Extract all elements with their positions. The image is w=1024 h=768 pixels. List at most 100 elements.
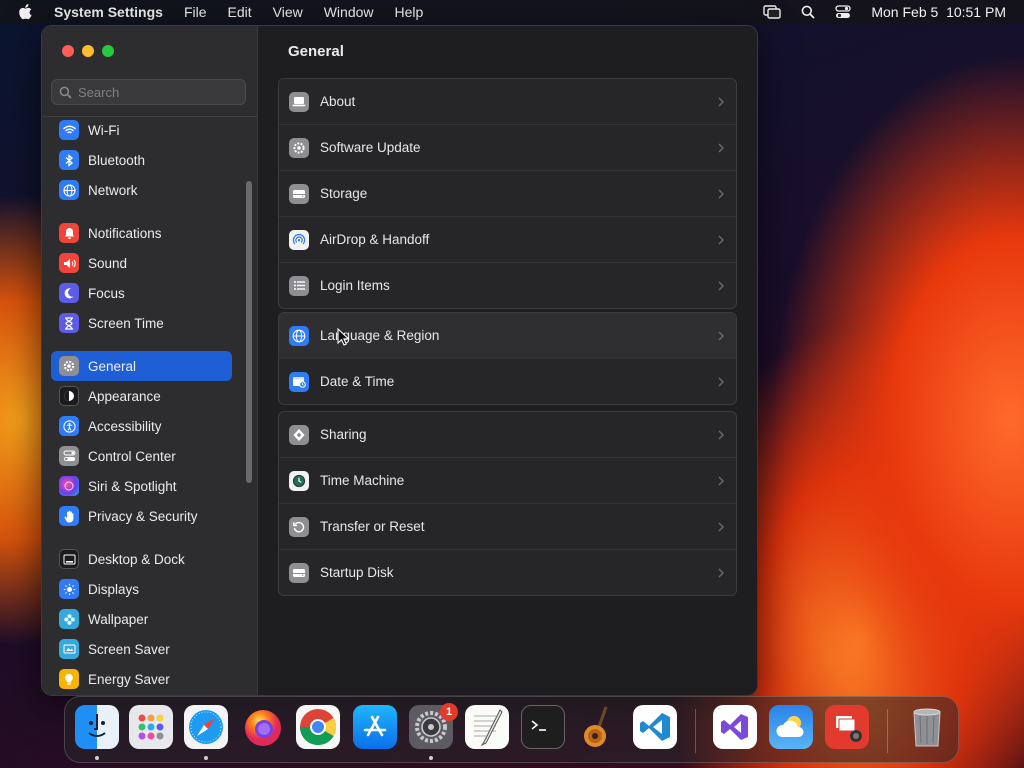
chevron-right-icon — [718, 427, 724, 445]
hourglass-icon — [59, 313, 79, 333]
row-label: Time Machine — [320, 473, 405, 488]
sidebar-item-general[interactable]: General — [51, 351, 232, 381]
sidebar-item-energy-saver[interactable]: Energy Saver — [51, 664, 232, 692]
row-label: Date & Time — [320, 374, 395, 389]
finder-icon[interactable] — [75, 705, 119, 749]
sidebar-item-label: Notifications — [88, 225, 162, 241]
sidebar-item-bluetooth[interactable]: Bluetooth — [51, 145, 232, 175]
sidebar-item-appearance[interactable]: Appearance — [51, 381, 232, 411]
sidebar-item-siri-spotlight[interactable]: Siri & Spotlight — [51, 471, 232, 501]
menu-bar: System Settings File Edit View Window He… — [0, 0, 1024, 24]
visual-studio-icon[interactable] — [713, 705, 757, 749]
sidebar-item-label: Bluetooth — [88, 152, 146, 168]
sidebar-item-label: Sound — [88, 255, 128, 271]
reset-icon — [289, 516, 309, 537]
sidebar-item-label: Energy Saver — [88, 671, 170, 687]
safari-icon[interactable] — [184, 705, 228, 749]
weather-icon[interactable] — [769, 705, 813, 749]
close-window-button[interactable] — [62, 45, 74, 57]
launchpad-icon[interactable] — [129, 705, 173, 749]
screen-saver-icon — [59, 639, 79, 659]
sidebar: Wi-Fi Bluetooth Network Notifications — [42, 26, 258, 695]
row-airdrop-handoff[interactable]: AirDrop & Handoff — [279, 216, 736, 262]
row-time-machine[interactable]: Time Machine — [279, 457, 736, 503]
sidebar-item-label: Desktop & Dock — [88, 551, 185, 567]
window-controls — [62, 45, 114, 57]
sidebar-item-control-center[interactable]: Control Center — [51, 441, 232, 471]
sidebar-item-screen-saver[interactable]: Screen Saver — [51, 634, 232, 664]
menu-window[interactable]: Window — [324, 4, 374, 20]
terminal-icon[interactable] — [521, 705, 565, 749]
chevron-right-icon — [718, 473, 724, 491]
zoom-window-button[interactable] — [102, 45, 114, 57]
search-icon — [59, 86, 72, 99]
sidebar-item-displays[interactable]: Displays — [51, 574, 232, 604]
sidebar-item-label: Screen Saver — [88, 641, 170, 657]
sidebar-item-network[interactable]: Network — [51, 175, 232, 205]
appearance-icon — [59, 386, 79, 406]
bluetooth-icon — [59, 150, 79, 170]
chevron-right-icon — [718, 565, 724, 583]
row-sharing[interactable]: Sharing — [279, 412, 736, 457]
time-machine-icon — [289, 470, 309, 491]
spotlight-search-icon[interactable] — [801, 5, 815, 19]
page-title: General — [288, 43, 344, 60]
minimize-window-button[interactable] — [82, 45, 94, 57]
photo-booth-icon[interactable] — [825, 705, 869, 749]
sidebar-item-label: Network — [88, 182, 138, 198]
sidebar-list: Wi-Fi Bluetooth Network Notifications So… — [42, 116, 257, 692]
sidebar-item-privacy-security[interactable]: Privacy & Security — [51, 501, 232, 531]
hand-icon — [59, 506, 79, 526]
row-date-time[interactable]: Date & Time — [279, 358, 736, 404]
menu-edit[interactable]: Edit — [228, 4, 252, 20]
settings-group-maintenance: Sharing Time Machine Transfer or Reset S… — [278, 411, 737, 596]
row-label: Storage — [320, 186, 368, 201]
row-label: AirDrop & Handoff — [320, 232, 430, 247]
update-gear-icon — [289, 137, 309, 158]
dock-divider — [695, 709, 696, 753]
menu-app-name[interactable]: System Settings — [54, 4, 163, 20]
row-software-update[interactable]: Software Update — [279, 124, 736, 170]
sidebar-item-sound[interactable]: Sound — [51, 248, 232, 278]
chevron-right-icon — [718, 94, 724, 112]
vscode-icon[interactable] — [633, 705, 677, 749]
sidebar-item-focus[interactable]: Focus — [51, 278, 232, 308]
dock: 1 — [64, 696, 959, 763]
sidebar-item-wallpaper[interactable]: Wallpaper — [51, 604, 232, 634]
row-startup-disk[interactable]: Startup Disk — [279, 549, 736, 595]
screen-mirroring-icon[interactable] — [763, 5, 782, 19]
textedit-icon[interactable] — [465, 705, 509, 749]
control-center-icon[interactable] — [835, 5, 852, 19]
sidebar-item-accessibility[interactable]: Accessibility — [51, 411, 232, 441]
siri-icon — [59, 476, 79, 496]
settings-group-locale: Language & Region Date & Time — [278, 312, 737, 405]
chrome-icon[interactable] — [296, 705, 340, 749]
notification-badge: 1 — [440, 703, 458, 721]
apple-menu-icon[interactable] — [18, 4, 38, 20]
trash-icon[interactable] — [905, 705, 949, 749]
dock-icon — [59, 549, 79, 569]
list-icon — [289, 275, 309, 296]
search-input[interactable] — [78, 84, 238, 100]
firefox-icon[interactable] — [241, 705, 285, 749]
sidebar-item-wifi[interactable]: Wi-Fi — [51, 117, 232, 145]
menu-file[interactable]: File — [184, 4, 207, 20]
sidebar-item-screen-time[interactable]: Screen Time — [51, 308, 232, 338]
row-label: About — [320, 94, 356, 109]
row-transfer-reset[interactable]: Transfer or Reset — [279, 503, 736, 549]
sidebar-item-desktop-dock[interactable]: Desktop & Dock — [51, 544, 232, 574]
sun-icon — [59, 579, 79, 599]
row-about[interactable]: About — [279, 79, 736, 124]
row-storage[interactable]: Storage — [279, 170, 736, 216]
moon-icon — [59, 283, 79, 303]
menu-clock[interactable]: Mon Feb 5 10:51 PM — [871, 4, 1006, 20]
sidebar-scrollbar[interactable] — [246, 181, 252, 483]
menu-view[interactable]: View — [273, 4, 303, 20]
menu-help[interactable]: Help — [395, 4, 424, 20]
row-login-items[interactable]: Login Items — [279, 262, 736, 308]
garageband-icon[interactable] — [577, 705, 621, 749]
sharing-icon — [289, 424, 309, 445]
app-store-icon[interactable] — [353, 705, 397, 749]
sidebar-item-notifications[interactable]: Notifications — [51, 218, 232, 248]
wifi-icon — [59, 120, 79, 140]
